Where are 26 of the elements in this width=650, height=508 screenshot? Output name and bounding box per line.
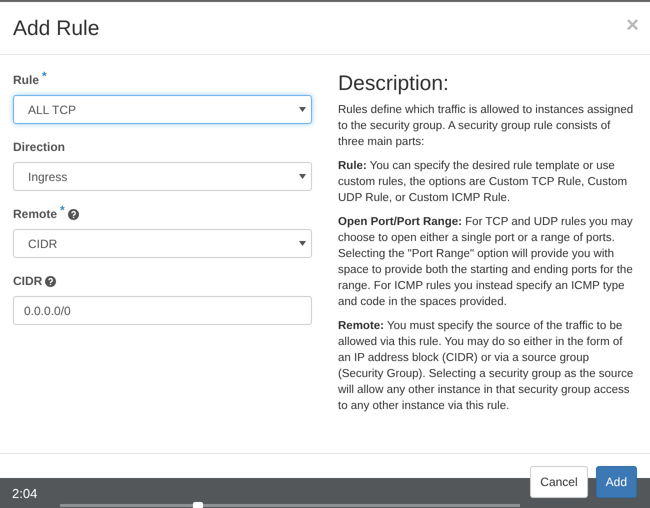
select-field[interactable]: ALL TCP [13,95,312,124]
field-label: Remote [13,206,58,223]
field-label: Rule [13,72,40,89]
caret-icon [299,174,306,179]
field-label: CIDR [13,273,42,290]
description-paragraph: Rule: You can specify the desired rule template or use custom rules, the options are Custom TCP Rule, Custom UDP Rule, or Custom ICMP Rule. [338,159,628,206]
help-icon[interactable] [45,276,56,286]
select-field[interactable]: CIDR [13,229,312,258]
description-paragraph: Remote: You must specify the source of the traffic to be allowed via this rule. You may do so either in the form of an IP address block (CIDR) or via a source group (Security Group). Selecting a security group as the source will allow any other instance in that security group access to any other instance via this rule. [338,319,634,414]
required-mark: * [60,205,65,216]
seek-bar[interactable] [60,504,520,507]
cancel-button[interactable]: Cancel [530,466,588,498]
help-icon[interactable] [68,208,79,220]
description-paragraph: Rules define which traffic is allowed to instances assigned to the security group. A security group rule consists of three main parts: [338,103,634,150]
required-mark: * [42,71,47,82]
input-field[interactable]: 0.0.0.0/0 [13,296,312,325]
add-button[interactable]: Add [596,466,637,498]
field-label: Direction [13,139,66,156]
modal-title: Add Rule [13,16,100,42]
description-heading: Description: [338,71,450,96]
playback-time: 2:04 [12,487,38,500]
caret-icon [299,107,306,112]
caret-icon [299,241,306,246]
select-field[interactable]: Ingress [13,162,312,191]
seek-handle[interactable] [193,502,203,508]
description-paragraph: Open Port/Port Range: For TCP and UDP rules you may choose to open either a single port or a range of ports. Selecting the "Port Range" option will provide you with space to provide both the starting and ending ports for the range. For ICMP rules you instead specify an ICMP type and code in the spaces provided. [338,215,634,310]
